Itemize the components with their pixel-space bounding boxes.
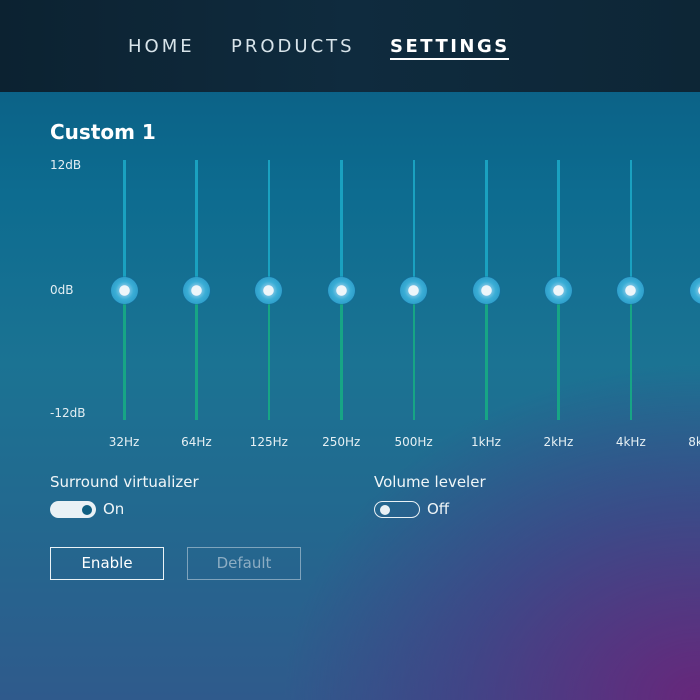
eq-band-32hz: 32Hz (104, 158, 144, 458)
eq-track-lower[interactable] (412, 290, 416, 420)
db-scale-max-label: 12dB (50, 158, 82, 172)
eq-frequency-label: 1kHz (471, 435, 501, 449)
eq-track-upper[interactable] (340, 160, 343, 290)
eq-frequency-label: 4kHz (615, 435, 646, 449)
eq-band-8khz: 8kHz (683, 158, 700, 458)
active-tab-underline (390, 58, 509, 60)
eq-slider-knob[interactable] (472, 276, 500, 304)
top-nav-bar: HOME PRODUCTS SETTINGS (0, 0, 700, 92)
eq-track-upper[interactable] (629, 160, 633, 290)
eq-track-upper[interactable] (123, 160, 126, 290)
eq-slider-knob[interactable] (544, 276, 572, 304)
eq-band-125hz: 125Hz (249, 158, 289, 458)
eq-slider-knob[interactable] (110, 276, 138, 304)
eq-slider-knob[interactable] (400, 276, 428, 304)
eq-band-500hz: 500Hz (394, 158, 434, 458)
eq-frequency-label: 32Hz (108, 435, 140, 449)
eq-band-4khz: 4kHz (611, 158, 651, 458)
eq-track-upper[interactable] (267, 160, 271, 290)
eq-band-2khz: 2kHz (538, 158, 578, 458)
eq-band-1khz: 1kHz (466, 158, 506, 458)
eq-frequency-label: 2kHz (543, 435, 574, 449)
eq-track-upper[interactable] (557, 160, 560, 290)
volume-leveler-state: Off (427, 500, 450, 518)
enable-button[interactable]: Enable (50, 547, 164, 580)
eq-frequency-label: 125Hz (249, 435, 288, 449)
eq-track-lower[interactable] (557, 290, 560, 420)
eq-slider-knob[interactable] (255, 276, 283, 304)
eq-slider-knob[interactable] (327, 276, 355, 304)
preset-title: Custom 1 (50, 120, 156, 144)
eq-band-250hz: 250Hz (321, 158, 361, 458)
app-window: HOME PRODUCTS SETTINGS Custom 1 12dB 0dB… (0, 0, 700, 700)
surround-virtualizer-state: On (103, 500, 125, 518)
eq-slider-knob[interactable] (182, 276, 210, 304)
volume-leveler-toggle[interactable] (374, 501, 420, 518)
eq-track-lower[interactable] (195, 290, 198, 420)
eq-frequency-label: 64Hz (181, 435, 212, 449)
eq-frequency-label: 500Hz (394, 435, 433, 449)
nav-tab-settings[interactable]: SETTINGS (390, 34, 510, 60)
nav-tab-products[interactable]: PRODUCTS (231, 34, 355, 60)
eq-track-lower[interactable] (629, 290, 633, 420)
eq-track-lower[interactable] (340, 290, 343, 420)
toggle-knob (82, 504, 92, 515)
eq-track-lower[interactable] (485, 290, 488, 420)
volume-leveler-label: Volume leveler (374, 473, 486, 491)
eq-track-lower[interactable] (123, 290, 126, 420)
surround-virtualizer-label: Surround virtualizer (50, 473, 199, 491)
eq-band-64hz: 64Hz (176, 158, 216, 458)
eq-track-upper[interactable] (485, 160, 488, 290)
eq-frequency-label: 8kHz (688, 435, 700, 449)
surround-virtualizer-toggle[interactable] (50, 501, 96, 518)
eq-track-lower[interactable] (267, 290, 271, 420)
eq-frequency-label: 250Hz (322, 435, 361, 449)
eq-track-upper[interactable] (195, 160, 198, 290)
eq-slider-knob[interactable] (617, 276, 645, 304)
nav-tab-home[interactable]: HOME (128, 34, 195, 60)
eq-track-upper[interactable] (412, 160, 416, 290)
default-button[interactable]: Default (187, 547, 301, 580)
db-scale-min-label: -12dB (50, 406, 86, 420)
db-scale-mid-label: 0dB (50, 283, 74, 297)
toggle-knob (380, 504, 390, 515)
eq-slider-knob[interactable] (689, 276, 700, 304)
